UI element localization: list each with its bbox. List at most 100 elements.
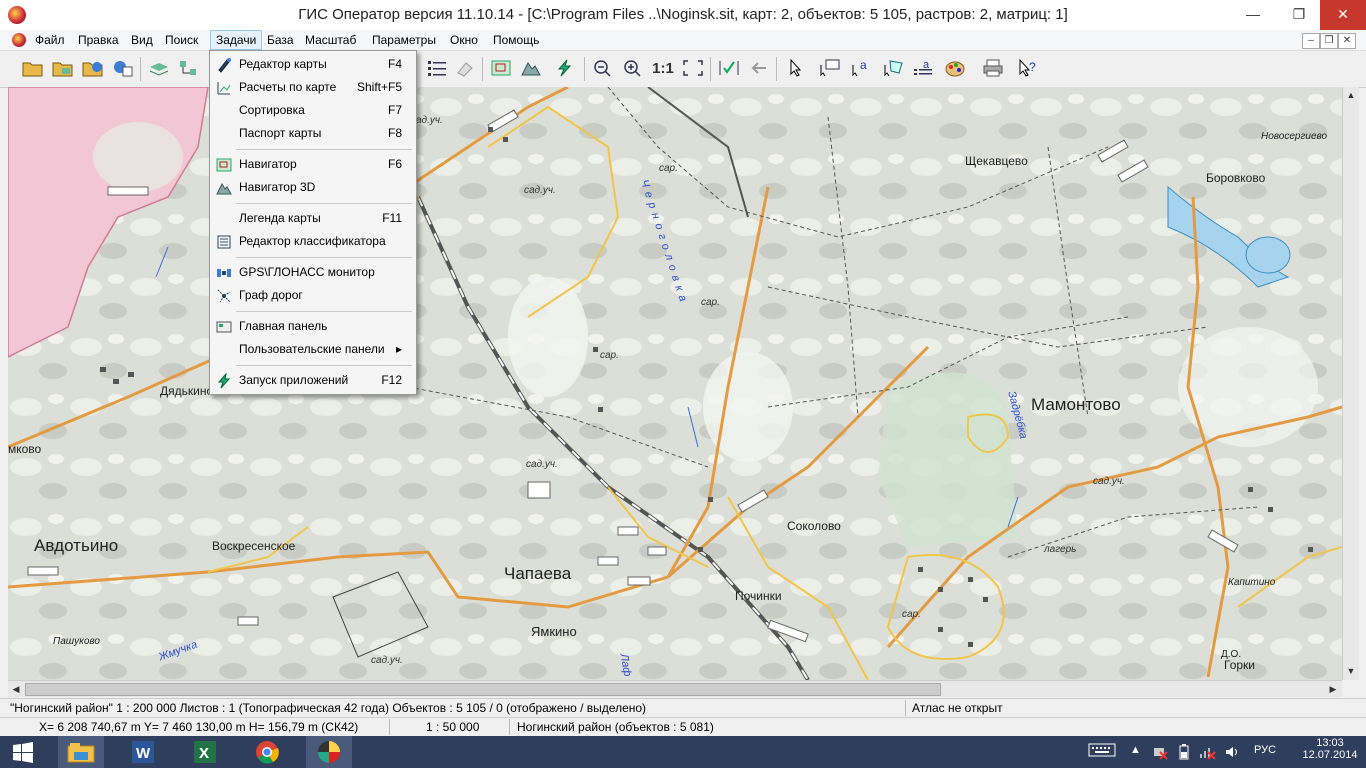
excel-icon[interactable]: X [182,736,228,768]
menu-item-shortcut: F12 [381,373,402,387]
menu-separator [236,311,412,312]
menu-item-main-panel[interactable]: Главная панель [212,316,414,338]
menu-item-launch-apps[interactable]: Запуск приложений F12 [212,370,414,392]
navigator-icon [216,157,232,173]
map-note-label: сад.уч. [1093,476,1125,487]
svg-text:X: X [199,745,209,762]
menu-tasks[interactable]: Задачи [210,30,263,50]
navigator-icon[interactable] [488,55,514,81]
map-info-icon[interactable] [110,55,136,81]
text-list-icon[interactable]: a [910,55,936,81]
scroll-right-icon[interactable]: ▶ [1326,682,1340,696]
lightning-icon[interactable] [552,55,578,81]
toolbar-separator [584,57,585,81]
wifi-off-icon[interactable] [1198,744,1216,763]
open-globe-icon[interactable] [80,55,106,81]
horizontal-scrollbar[interactable]: ◀ ▶ [8,680,1342,697]
menu-item-label: Паспорт карты [239,126,322,140]
keyboard-icon[interactable] [1088,742,1116,761]
menu-item-sort[interactable]: Сортировка F7 [212,100,414,122]
svg-text:?: ? [1029,60,1036,74]
menu-item-map-editor[interactable]: Редактор карты F4 [212,54,414,76]
volume-icon[interactable] [1224,744,1240,763]
select-polygon-icon[interactable] [880,55,906,81]
coordinates-status: X= 6 208 740,67 m Y= 7 460 130,00 m H= 1… [36,719,390,735]
menu-scale[interactable]: Масштаб [300,30,361,50]
print-icon[interactable] [980,55,1006,81]
layers-icon[interactable] [146,55,172,81]
minimize-button[interactable]: — [1230,0,1276,30]
mdi-minimize-button[interactable]: – [1302,33,1320,49]
maximize-button[interactable]: ❐ [1276,0,1322,30]
navigator-3d-icon [216,180,232,196]
word-icon[interactable]: W [120,736,166,768]
back-arrow-icon[interactable] [746,55,772,81]
palette-icon[interactable] [942,55,968,81]
select-text-icon[interactable]: a [848,55,874,81]
menu-item-gps-monitor[interactable]: GPS\ГЛОНАСС монитор [212,262,414,284]
navigator-3d-icon[interactable] [518,55,544,81]
chrome-icon[interactable] [244,736,290,768]
submenu-arrow-icon: ▸ [395,342,402,356]
zoom-out-icon[interactable] [590,55,616,81]
select-check-icon[interactable] [716,55,742,81]
help-pointer-icon[interactable]: ? [1014,55,1040,81]
atlas-status: Атлас не открыт [912,701,1003,715]
menu-item-label: Редактор карты [239,57,327,71]
map-note-label: сад.уч. [524,185,556,196]
eraser-icon[interactable] [452,55,478,81]
open-folder-icon[interactable] [20,55,46,81]
map-note-label: сар. [659,163,678,174]
menu-item-classifier-editor[interactable]: Редактор классификатора [212,231,414,253]
document-icon[interactable] [12,33,26,47]
menu-window[interactable]: Окно [445,30,483,50]
clock-time: 13:03 [1316,737,1344,749]
menu-item-map-legend[interactable]: Легенда карты F11 [212,208,414,230]
place-label: Воскресенское [212,539,296,553]
scroll-left-icon[interactable]: ◀ [9,682,23,696]
structure-icon[interactable] [176,55,202,81]
scroll-up-icon[interactable]: ▲ [1344,88,1358,102]
mdi-close-button[interactable]: ✕ [1338,33,1356,49]
network-icon[interactable] [1152,744,1168,763]
menu-search[interactable]: Поиск [160,30,203,50]
input-language[interactable]: РУС [1254,744,1276,756]
menu-parameters[interactable]: Параметры [367,30,441,50]
menu-view[interactable]: Вид [126,30,158,50]
toolbar-separator [140,57,141,81]
tray-expand-icon[interactable]: ▲ [1130,744,1141,756]
menu-database[interactable]: База [262,30,299,50]
menu-item-road-graph[interactable]: Граф дорог [212,285,414,307]
menu-help[interactable]: Помощь [488,30,544,50]
fit-frame-icon[interactable] [680,55,706,81]
scale-1-1-button[interactable]: 1:1 [650,55,676,81]
title-bar: ГИС Оператор версия 11.10.14 - [C:\Progr… [0,0,1366,30]
menu-item-navigator-3d[interactable]: Навигатор 3D [212,177,414,199]
open-map-icon[interactable] [50,55,76,81]
battery-icon[interactable] [1178,744,1190,763]
pointer-icon[interactable] [782,55,808,81]
gis-operator-taskbar-icon[interactable] [306,736,352,768]
menu-item-user-panels[interactable]: Пользовательские панели ▸ [212,339,414,361]
mdi-restore-button[interactable]: ❐ [1320,33,1338,49]
road-graph-icon [216,288,232,304]
menu-item-navigator[interactable]: Навигатор F6 [212,154,414,176]
close-button[interactable]: ✕ [1320,0,1366,30]
tasks-dropdown-menu: Редактор карты F4 Расчеты по карте Shift… [209,50,417,395]
windows-start-icon[interactable] [0,736,46,768]
scroll-down-icon[interactable]: ▼ [1344,664,1358,678]
scroll-thumb[interactable] [25,683,941,696]
menu-item-map-calculations[interactable]: Расчеты по карте Shift+F5 [212,77,414,99]
svg-text:a: a [860,59,867,72]
vertical-scrollbar[interactable]: ▲ ▼ [1342,87,1359,680]
select-table-icon[interactable] [816,55,842,81]
menu-item-label: Главная панель [239,319,328,333]
menu-item-map-passport[interactable]: Паспорт карты F8 [212,123,414,145]
menu-file[interactable]: Файл [30,30,70,50]
list-icon[interactable] [424,55,450,81]
zoom-in-icon[interactable] [620,55,646,81]
file-explorer-icon[interactable] [58,736,104,768]
system-clock[interactable]: 13:03 12.07.2014 [1300,736,1360,761]
menu-edit[interactable]: Правка [73,30,124,50]
place-label: Д.О. [1221,649,1242,660]
